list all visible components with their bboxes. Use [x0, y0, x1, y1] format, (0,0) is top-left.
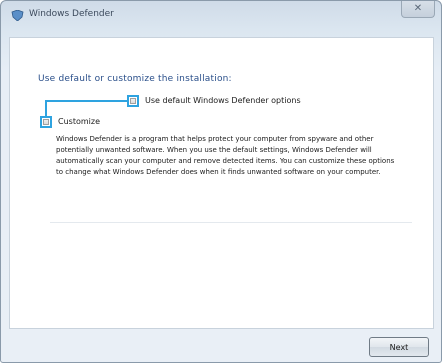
- next-button[interactable]: Next: [369, 337, 429, 357]
- wizard-footer: Next: [1, 329, 441, 362]
- highlight-connector: [45, 100, 127, 102]
- window-title: Windows Defender: [29, 9, 114, 19]
- option-default-label[interactable]: Use default Windows Defender options: [145, 96, 301, 105]
- shield-icon: [11, 10, 24, 21]
- content-divider: [50, 222, 412, 223]
- option-customize-checkbox[interactable]: [40, 116, 52, 128]
- option-customize-label[interactable]: Customize: [58, 117, 100, 126]
- option-default-checkbox[interactable]: [127, 95, 139, 107]
- highlight-connector: [45, 101, 47, 116]
- instruction-text: Use default or customize the installatio…: [38, 74, 232, 84]
- option-description: Windows Defender is a program that helps…: [56, 135, 395, 176]
- wizard-content: Use default or customize the installatio…: [9, 37, 434, 329]
- wizard-window: Windows Defender ✕ Use default or custom…: [0, 0, 442, 363]
- title-bar[interactable]: Windows Defender ✕: [1, 1, 441, 29]
- close-button[interactable]: ✕: [401, 1, 435, 18]
